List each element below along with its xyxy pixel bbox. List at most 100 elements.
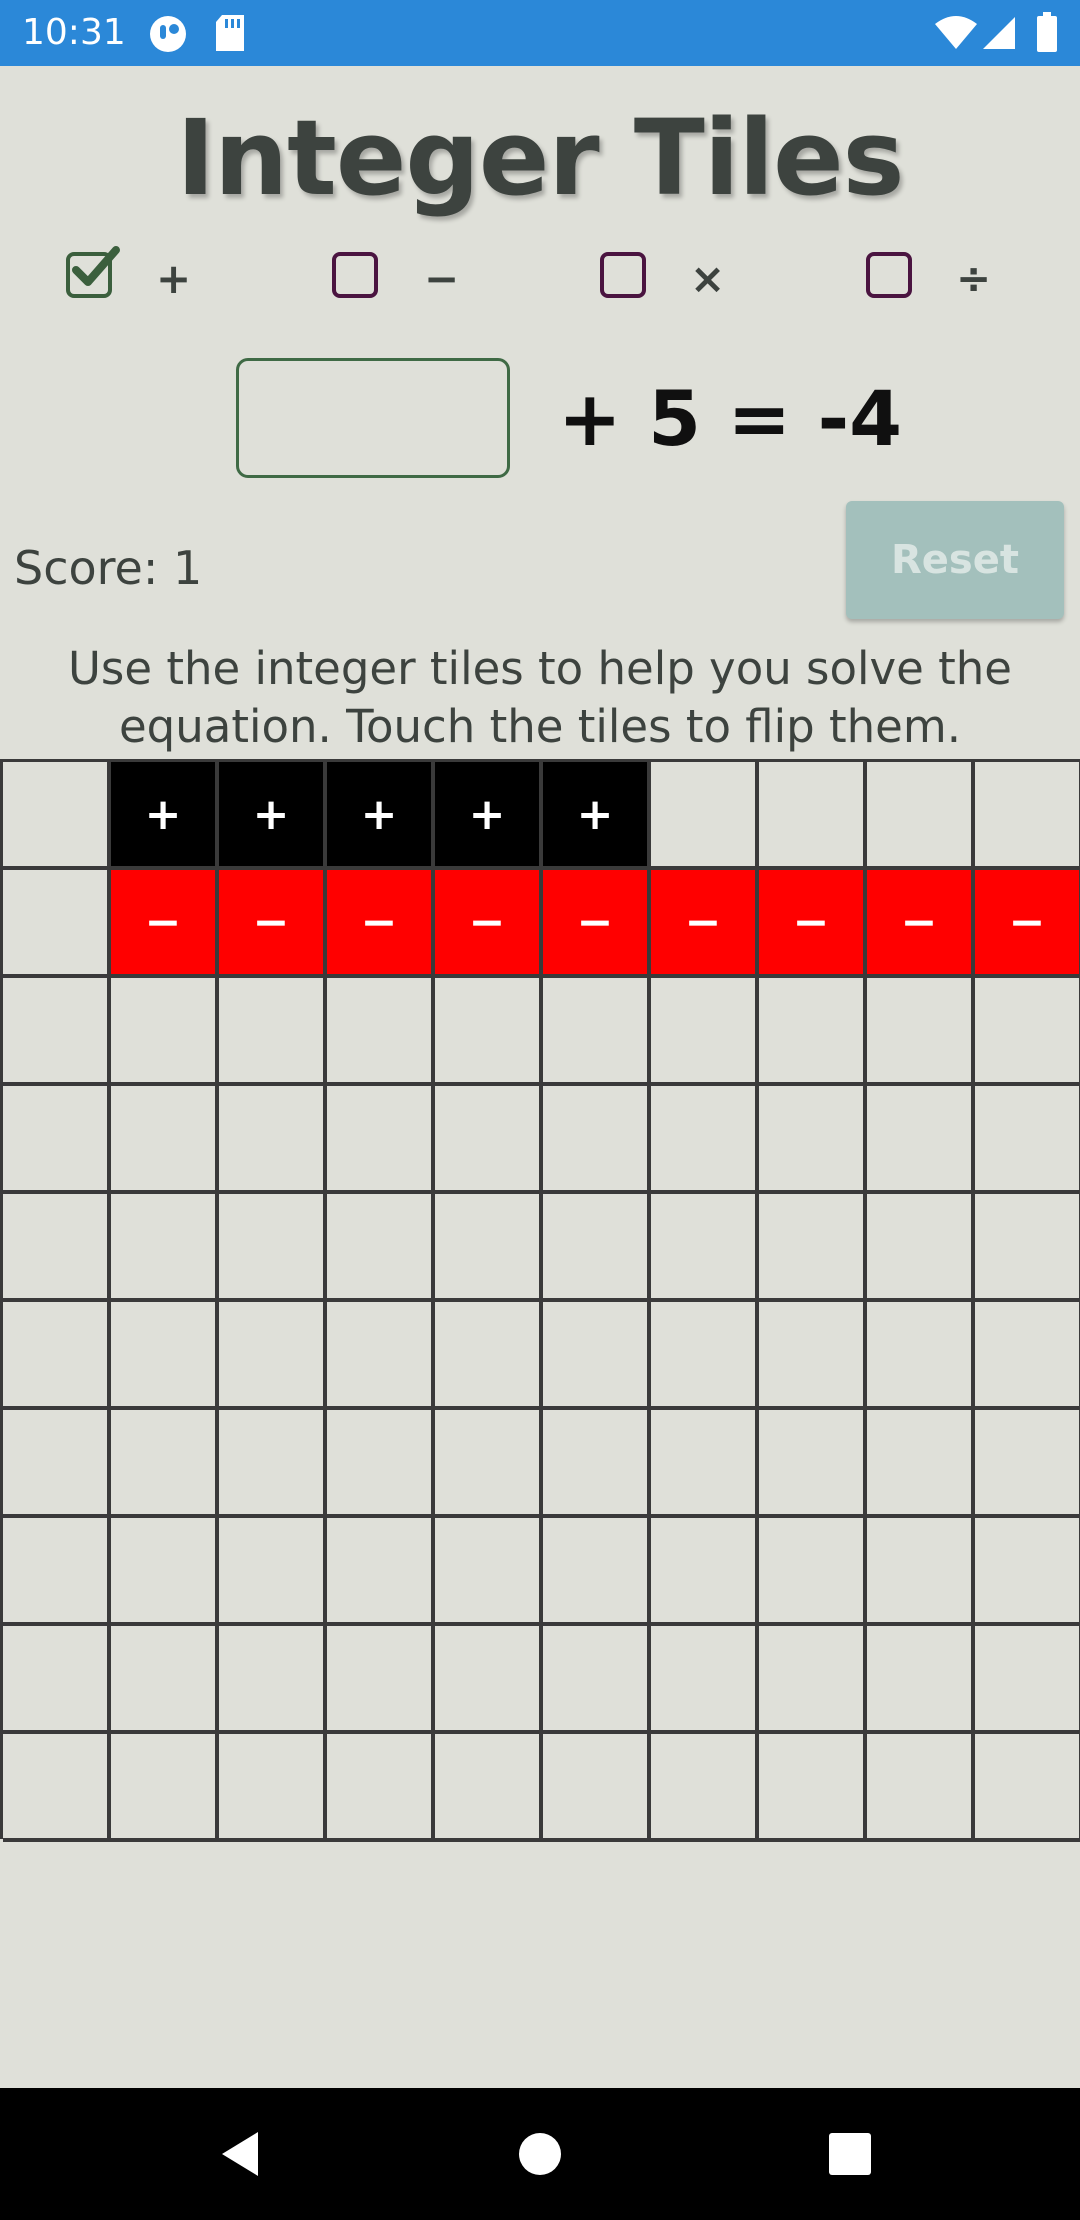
grid-cell[interactable] — [3, 762, 111, 870]
checkbox-multiplication[interactable]: × — [600, 252, 740, 308]
checkbox-unchecked-icon[interactable] — [866, 252, 912, 298]
grid-cell[interactable] — [867, 1194, 975, 1302]
grid-cell[interactable] — [219, 978, 327, 1086]
positive-tile[interactable]: + — [543, 762, 651, 870]
grid-cell[interactable] — [3, 870, 111, 978]
grid-cell[interactable] — [111, 1626, 219, 1734]
grid-cell[interactable] — [3, 1302, 111, 1410]
grid-cell[interactable] — [759, 1302, 867, 1410]
grid-cell[interactable] — [435, 1734, 543, 1842]
grid-cell[interactable] — [759, 1410, 867, 1518]
grid-cell[interactable] — [111, 1734, 219, 1842]
checkbox-subtraction[interactable]: − — [332, 252, 472, 308]
grid-cell[interactable] — [867, 1086, 975, 1194]
negative-tile[interactable]: − — [975, 870, 1080, 978]
positive-tile[interactable]: + — [111, 762, 219, 870]
grid-cell[interactable] — [543, 1302, 651, 1410]
grid-cell[interactable] — [651, 1518, 759, 1626]
grid-cell[interactable] — [543, 1626, 651, 1734]
grid-cell[interactable] — [651, 1410, 759, 1518]
grid-cell[interactable] — [435, 1086, 543, 1194]
grid-cell[interactable] — [327, 1410, 435, 1518]
grid-cell[interactable] — [651, 978, 759, 1086]
grid-cell[interactable] — [975, 1734, 1080, 1842]
negative-tile[interactable]: − — [435, 870, 543, 978]
grid-cell[interactable] — [543, 1734, 651, 1842]
grid-cell[interactable] — [651, 1734, 759, 1842]
checkbox-checked-icon[interactable] — [66, 246, 120, 298]
negative-tile[interactable]: − — [219, 870, 327, 978]
grid-cell[interactable] — [327, 1734, 435, 1842]
answer-input[interactable] — [236, 358, 510, 478]
grid-cell[interactable] — [3, 1410, 111, 1518]
grid-cell[interactable] — [543, 1194, 651, 1302]
grid-cell[interactable] — [327, 1626, 435, 1734]
grid-cell[interactable] — [219, 1410, 327, 1518]
grid-cell[interactable] — [975, 1302, 1080, 1410]
negative-tile[interactable]: − — [759, 870, 867, 978]
grid-cell[interactable] — [435, 1518, 543, 1626]
grid-cell[interactable] — [651, 1194, 759, 1302]
grid-cell[interactable] — [219, 1734, 327, 1842]
grid-cell[interactable] — [435, 978, 543, 1086]
checkbox-addition[interactable]: + — [66, 246, 206, 308]
negative-tile[interactable]: − — [543, 870, 651, 978]
grid-cell[interactable] — [975, 762, 1080, 870]
grid-cell[interactable] — [867, 1302, 975, 1410]
grid-cell[interactable] — [975, 1626, 1080, 1734]
grid-cell[interactable] — [543, 1086, 651, 1194]
grid-cell[interactable] — [651, 1086, 759, 1194]
grid-cell[interactable] — [327, 1302, 435, 1410]
grid-cell[interactable] — [219, 1194, 327, 1302]
grid-cell[interactable] — [543, 1410, 651, 1518]
grid-cell[interactable] — [759, 1626, 867, 1734]
grid-cell[interactable] — [975, 1086, 1080, 1194]
grid-cell[interactable] — [867, 1410, 975, 1518]
grid-cell[interactable] — [759, 1086, 867, 1194]
positive-tile[interactable]: + — [219, 762, 327, 870]
recents-icon[interactable] — [810, 2114, 890, 2194]
grid-cell[interactable] — [975, 1194, 1080, 1302]
grid-cell[interactable] — [651, 762, 759, 870]
grid-cell[interactable] — [327, 978, 435, 1086]
grid-cell[interactable] — [759, 1518, 867, 1626]
grid-cell[interactable] — [435, 1302, 543, 1410]
grid-cell[interactable] — [759, 762, 867, 870]
grid-cell[interactable] — [219, 1518, 327, 1626]
grid-cell[interactable] — [867, 1734, 975, 1842]
grid-cell[interactable] — [111, 1086, 219, 1194]
negative-tile[interactable]: − — [327, 870, 435, 978]
grid-cell[interactable] — [111, 1194, 219, 1302]
negative-tile[interactable]: − — [867, 870, 975, 978]
grid-cell[interactable] — [759, 1194, 867, 1302]
grid-cell[interactable] — [3, 1194, 111, 1302]
grid-cell[interactable] — [3, 1626, 111, 1734]
grid-cell[interactable] — [651, 1626, 759, 1734]
grid-cell[interactable] — [327, 1194, 435, 1302]
grid-cell[interactable] — [867, 1518, 975, 1626]
grid-cell[interactable] — [543, 1518, 651, 1626]
positive-tile[interactable]: + — [435, 762, 543, 870]
grid-cell[interactable] — [3, 1086, 111, 1194]
checkbox-unchecked-icon[interactable] — [600, 252, 646, 298]
grid-cell[interactable] — [759, 1734, 867, 1842]
grid-cell[interactable] — [3, 1518, 111, 1626]
grid-cell[interactable] — [759, 978, 867, 1086]
grid-cell[interactable] — [867, 1626, 975, 1734]
grid-cell[interactable] — [543, 978, 651, 1086]
grid-cell[interactable] — [219, 1302, 327, 1410]
grid-cell[interactable] — [111, 1302, 219, 1410]
grid-cell[interactable] — [111, 1518, 219, 1626]
negative-tile[interactable]: − — [111, 870, 219, 978]
grid-cell[interactable] — [975, 978, 1080, 1086]
grid-cell[interactable] — [651, 1302, 759, 1410]
checkbox-unchecked-icon[interactable] — [332, 252, 378, 298]
back-icon[interactable] — [200, 2114, 280, 2194]
grid-cell[interactable] — [975, 1410, 1080, 1518]
grid-cell[interactable] — [3, 978, 111, 1086]
grid-cell[interactable] — [3, 1734, 111, 1842]
grid-cell[interactable] — [111, 978, 219, 1086]
grid-cell[interactable] — [867, 762, 975, 870]
grid-cell[interactable] — [219, 1626, 327, 1734]
grid-cell[interactable] — [867, 978, 975, 1086]
